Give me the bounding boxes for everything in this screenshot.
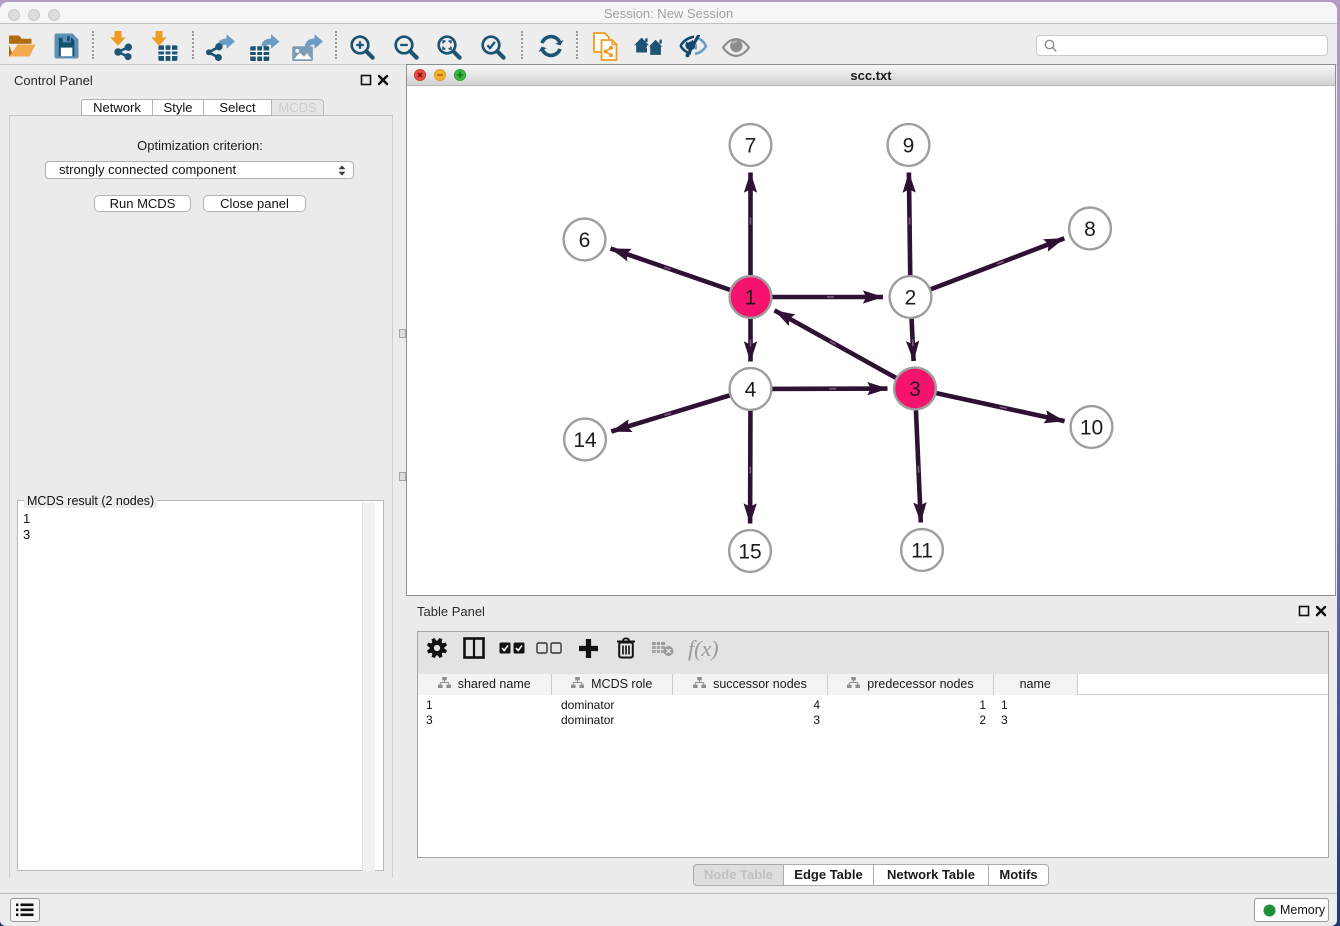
- svg-text:10: 10: [1080, 417, 1103, 440]
- svg-text:11: 11: [911, 540, 933, 563]
- svg-text:2: 2: [905, 287, 917, 310]
- svg-text:8: 8: [1084, 218, 1096, 241]
- svg-text:6: 6: [579, 229, 591, 252]
- svg-text:9: 9: [903, 135, 915, 158]
- svg-text:4: 4: [745, 379, 757, 402]
- svg-text:14: 14: [573, 429, 597, 452]
- svg-text:3: 3: [909, 378, 921, 401]
- svg-text:7: 7: [745, 135, 757, 158]
- svg-text:15: 15: [738, 541, 761, 564]
- svg-text:1: 1: [745, 287, 757, 310]
